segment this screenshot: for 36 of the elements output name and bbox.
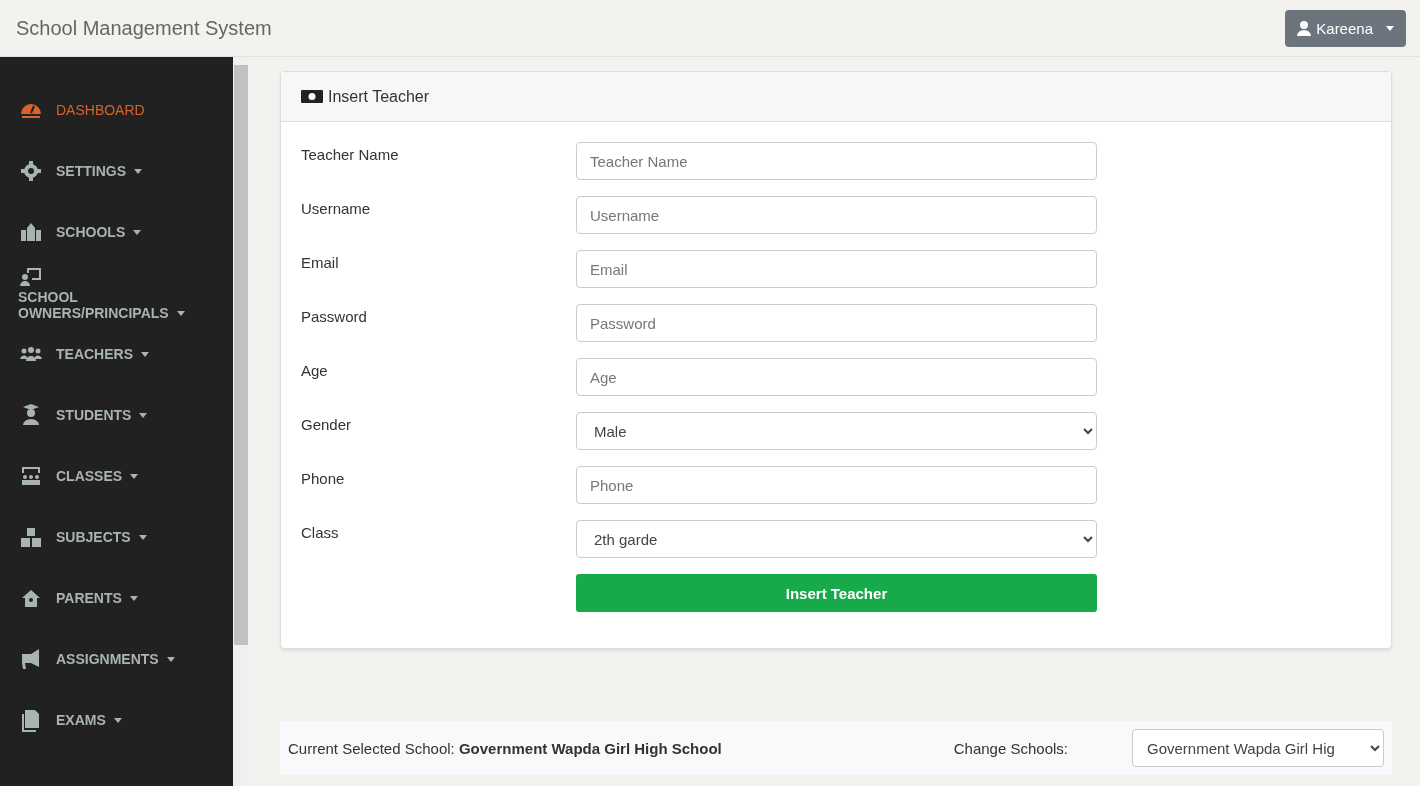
money-icon — [301, 90, 323, 103]
sidebar-item[interactable]: CLASSES — [0, 445, 233, 506]
current-school-text: Current Selected School: Government Wapda Girl High School — [288, 739, 723, 757]
sidebar-item[interactable]: ASSIGNMENTS — [0, 628, 233, 689]
change-schools-label: Change Schools: — [953, 739, 1068, 757]
school-select[interactable]: Government Wapda Girl Hig — [1132, 729, 1384, 767]
input-field[interactable]: Age — [576, 358, 1097, 396]
sidebar-item[interactable]: TEACHERS — [0, 323, 233, 384]
input-field[interactable]: Teacher Name — [576, 142, 1097, 180]
sidebar-item[interactable]: PARENTS — [0, 567, 233, 628]
field-label: Password — [301, 307, 368, 327]
select-field[interactable]: 2th garde — [576, 520, 1097, 558]
field-label: Email — [301, 253, 340, 273]
input-field[interactable]: Username — [576, 196, 1097, 234]
gear-icon — [18, 158, 44, 183]
field-label: Username — [301, 199, 372, 219]
sidebar-item[interactable]: SCHOOLS — [0, 201, 233, 262]
field-label: Teacher Name — [301, 145, 400, 165]
field-label: Phone — [301, 469, 346, 489]
card-title: Insert Teacher — [328, 87, 430, 106]
sidebar-item[interactable]: STUDENTS — [0, 384, 233, 445]
sidebar-item[interactable]: SETTINGS — [0, 140, 233, 201]
sidebar-item[interactable]: SCHOOL OWNERS/PRINCIPALS — [0, 262, 233, 323]
select-field[interactable]: Male — [576, 412, 1097, 450]
input-field[interactable]: Phone — [576, 466, 1097, 504]
input-field[interactable]: Password — [576, 304, 1097, 342]
user-icon — [1297, 20, 1312, 36]
user-menu-button[interactable]: Kareena — [1285, 9, 1406, 47]
sidebar-item[interactable]: EXAMS — [0, 689, 233, 750]
field-label: Class — [301, 523, 340, 543]
field-label: Age — [301, 361, 329, 381]
sidebar-item[interactable]: SUBJECTS — [0, 506, 233, 567]
sidebar-item[interactable]: DASHBOARD — [0, 79, 233, 140]
field-label: Gender — [301, 415, 353, 435]
app-title: School Management System — [16, 16, 272, 40]
input-field[interactable]: Email — [576, 250, 1097, 288]
